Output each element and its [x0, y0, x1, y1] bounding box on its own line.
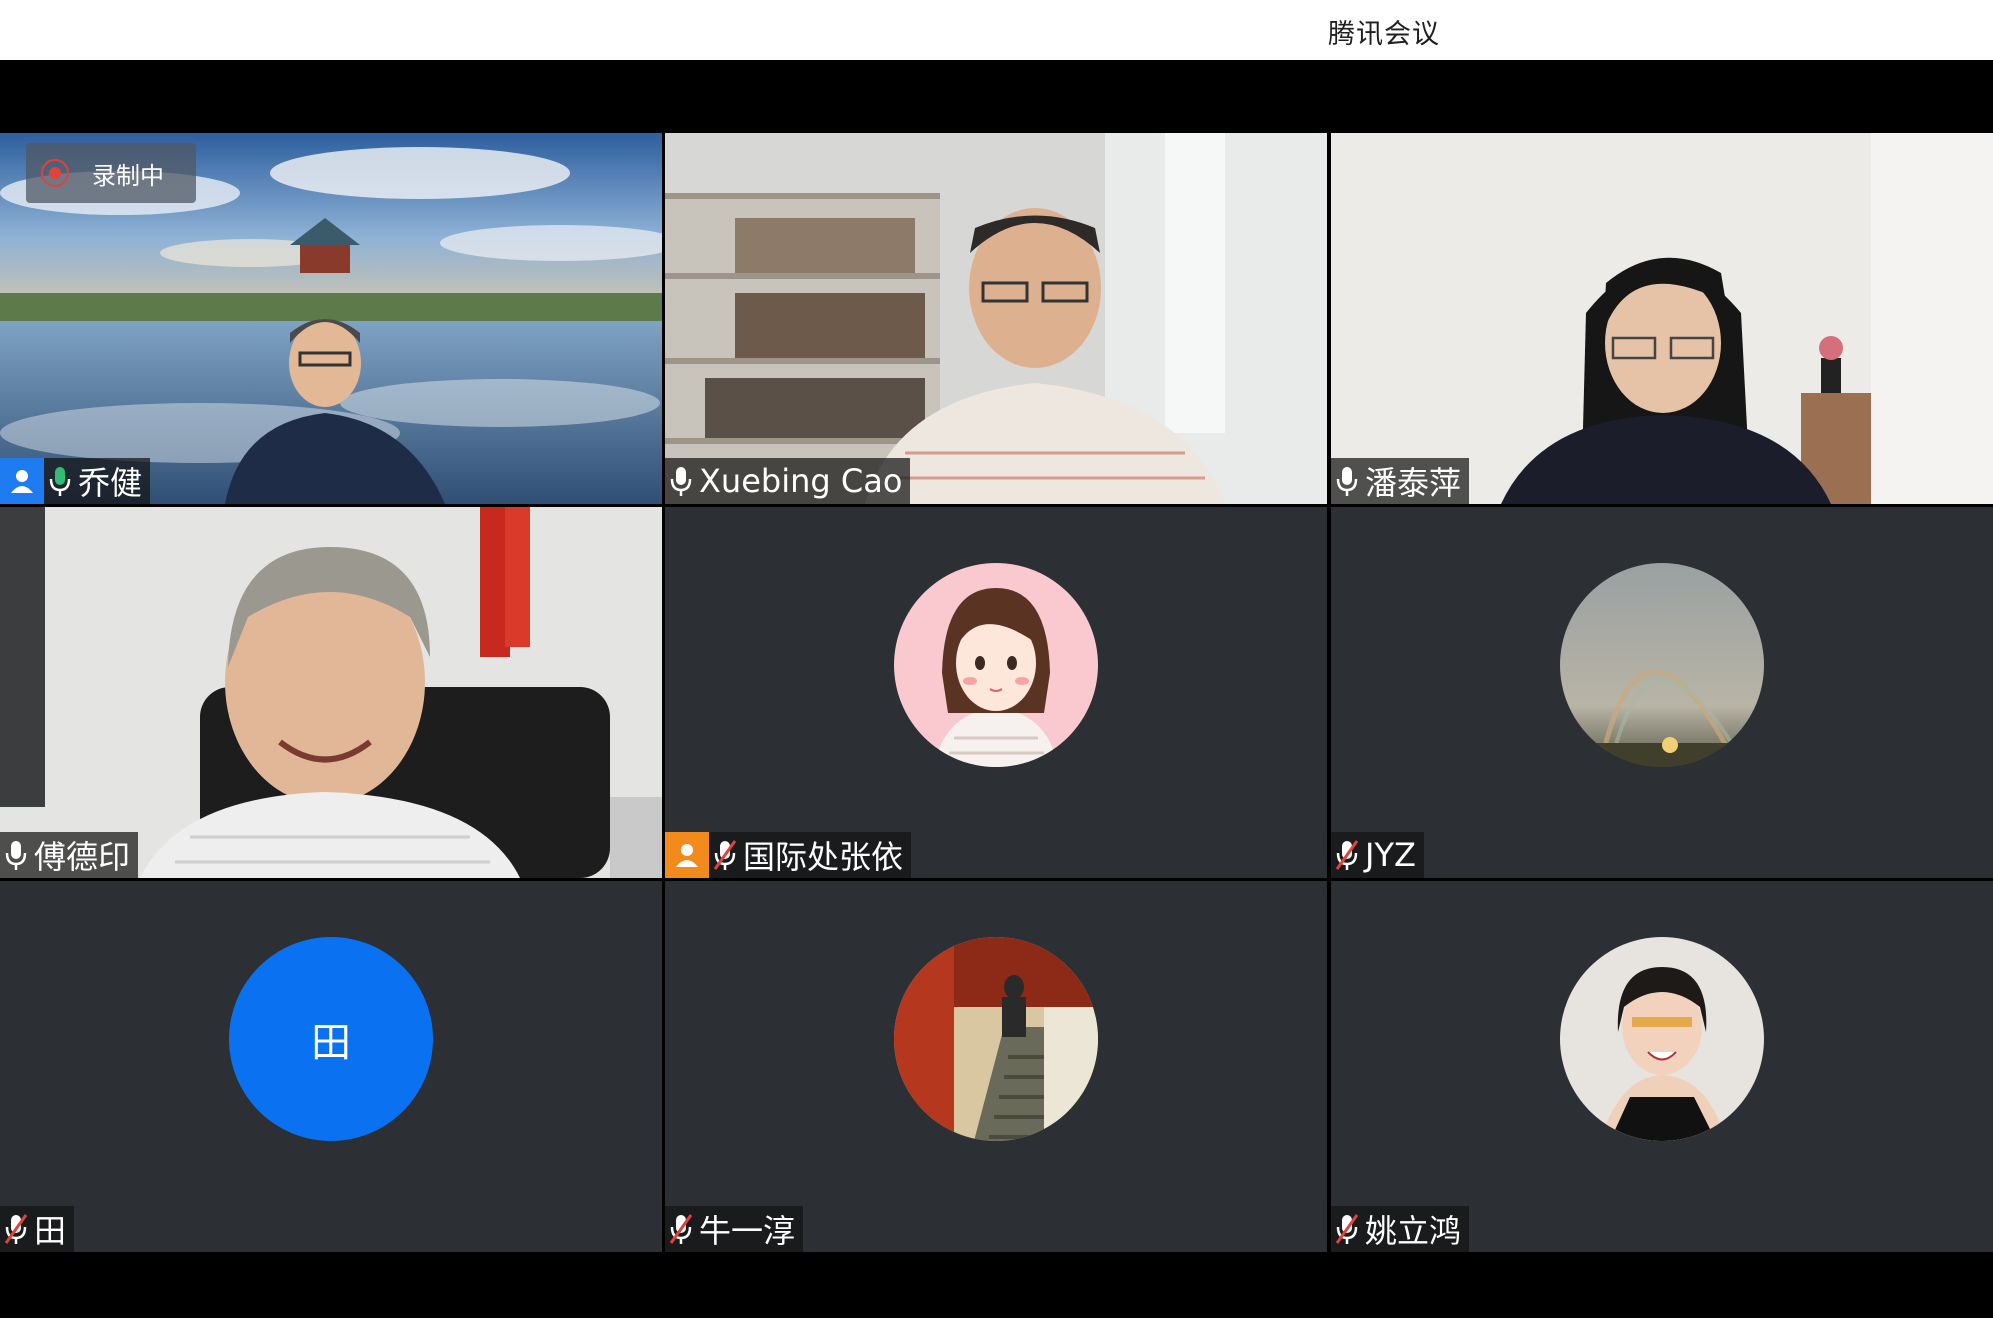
participant-name: 国际处张依 — [743, 838, 904, 876]
letter-avatar: 田 — [229, 937, 433, 1141]
video-feed — [1331, 133, 1993, 504]
avatar — [894, 937, 1098, 1141]
avatar-letter: 田 — [311, 1020, 351, 1066]
participant-name-tag: 国际处张依 — [665, 832, 912, 878]
app-title: 腾讯会议 — [1328, 19, 1440, 50]
avatar — [894, 563, 1098, 767]
participant-name-tag: 乔健 — [0, 458, 151, 504]
participant-tile-4[interactable]: 傅德印 — [0, 507, 662, 878]
microphone-icon[interactable] — [1335, 465, 1359, 497]
microphone-icon[interactable] — [4, 839, 28, 871]
user-icon — [11, 470, 33, 493]
participant-tile-9[interactable]: 姚立鸿 — [1331, 881, 1993, 1252]
participant-name: Xuebing Cao — [699, 462, 903, 500]
participant-name-tag: Xuebing Cao — [665, 458, 911, 504]
participant-tile-2[interactable]: Xuebing Cao — [665, 133, 1327, 504]
participant-name: 姚立鸿 — [1365, 1212, 1462, 1250]
rainbow-sky-avatar-image — [1560, 563, 1764, 767]
microphone-muted-icon[interactable] — [4, 1213, 28, 1245]
microphone-muted-icon[interactable] — [1335, 839, 1359, 871]
video-feed — [0, 507, 662, 878]
avatar — [1560, 563, 1764, 767]
participant-name: 潘泰萍 — [1365, 464, 1462, 502]
user-icon — [676, 844, 698, 867]
participant-tile-8[interactable]: 牛一淳 — [665, 881, 1327, 1252]
participant-name: 乔健 — [78, 464, 143, 502]
participant-tile-3[interactable]: 潘泰萍 — [1331, 133, 1993, 504]
title-bar: 腾讯会议 — [0, 0, 1993, 60]
participant-tile-6[interactable]: JYZ — [1331, 507, 1993, 878]
microphone-icon[interactable] — [48, 465, 72, 497]
host-badge — [665, 832, 709, 878]
host-badge — [0, 458, 44, 504]
participant-name: 田 — [34, 1212, 67, 1250]
microphone-muted-icon[interactable] — [669, 1213, 693, 1245]
cartoon-avatar-image — [894, 563, 1098, 767]
participant-name-tag: 牛一淳 — [665, 1206, 804, 1252]
participant-name: 牛一淳 — [699, 1212, 796, 1250]
microphone-muted-icon[interactable] — [713, 839, 737, 871]
microphone-icon[interactable] — [669, 465, 693, 497]
portrait-photo-avatar-image — [1560, 937, 1764, 1141]
recording-badge: 录制中 — [26, 143, 196, 203]
video-feed — [665, 133, 1327, 504]
participant-name-tag: 傅德印 — [0, 832, 139, 878]
top-black-bar — [0, 60, 1993, 133]
participant-name: JYZ — [1365, 836, 1416, 874]
participant-name-tag: 田 — [0, 1206, 75, 1252]
participant-name: 傅德印 — [34, 838, 131, 876]
avatar — [1560, 937, 1764, 1141]
participant-name-tag: 潘泰萍 — [1331, 458, 1470, 504]
participant-tile-1[interactable]: 录制中 乔健 — [0, 133, 662, 504]
participant-name-tag: JYZ — [1331, 832, 1424, 878]
record-icon — [41, 159, 69, 187]
participant-name-tag: 姚立鸿 — [1331, 1206, 1470, 1252]
participant-tile-5[interactable]: 国际处张依 — [665, 507, 1327, 878]
bottom-edge — [0, 1318, 1993, 1329]
stairway-photo-avatar-image — [894, 937, 1098, 1141]
microphone-muted-icon[interactable] — [1335, 1213, 1359, 1245]
participant-tile-7[interactable]: 田 田 — [0, 881, 662, 1252]
video-grid: 录制中 乔健 Xuebing Cao 潘泰萍 傅德印 国际处张依 JYZ 田 田… — [0, 133, 1993, 1253]
recording-label: 录制中 — [92, 161, 164, 190]
